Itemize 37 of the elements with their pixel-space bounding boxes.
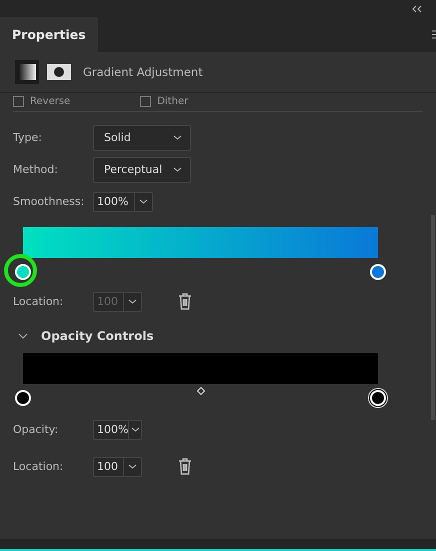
- field-label: Opacity:: [13, 423, 60, 436]
- combo-field[interactable]: 100: [93, 456, 142, 476]
- field-label: Method:: [13, 163, 59, 176]
- dropdown[interactable]: Solid: [93, 124, 191, 150]
- chevron-icon: [130, 427, 140, 432]
- highlight-ring: [4, 254, 37, 287]
- field-label: Type:: [13, 131, 43, 144]
- checkbox[interactable]: [140, 96, 152, 106]
- color-stop[interactable]: [15, 264, 31, 280]
- color-stop[interactable]: [370, 264, 386, 280]
- layer-mask-icon[interactable]: [47, 64, 71, 80]
- collapse-icon[interactable]: [412, 4, 422, 12]
- panel-title: Gradient Adjustment: [83, 65, 203, 79]
- checkbox-label: Dither: [157, 96, 188, 106]
- trash-icon[interactable]: [178, 458, 192, 475]
- checkbox[interactable]: [13, 96, 24, 106]
- combo-field[interactable]: 100%: [93, 420, 142, 440]
- checkbox-label: Reverse: [30, 96, 70, 106]
- chevron-icon: [128, 464, 137, 469]
- opacity-stop[interactable]: [370, 390, 386, 406]
- section-title: Opacity Controls: [41, 329, 154, 343]
- chevron-icon: [173, 135, 182, 140]
- midpoint-diamond-icon[interactable]: [196, 387, 204, 395]
- combo-field[interactable]: 100%: [93, 192, 153, 212]
- chevron-icon: [128, 299, 137, 304]
- opacity-stop[interactable]: [15, 390, 31, 406]
- gradient-bar[interactable]: [23, 227, 378, 258]
- gradient-layer-icon[interactable]: [15, 60, 39, 84]
- field-label: Location:: [13, 460, 64, 473]
- trash-icon[interactable]: [178, 293, 192, 310]
- dropdown[interactable]: Perceptual: [93, 156, 191, 182]
- chevron-down-icon[interactable]: [18, 333, 28, 339]
- properties-tab[interactable]: Properties: [0, 17, 98, 52]
- chevron-icon: [173, 167, 182, 172]
- chevron-icon: [139, 199, 148, 204]
- field-label: Location:: [13, 295, 64, 308]
- field-label: Smoothness:: [13, 195, 86, 208]
